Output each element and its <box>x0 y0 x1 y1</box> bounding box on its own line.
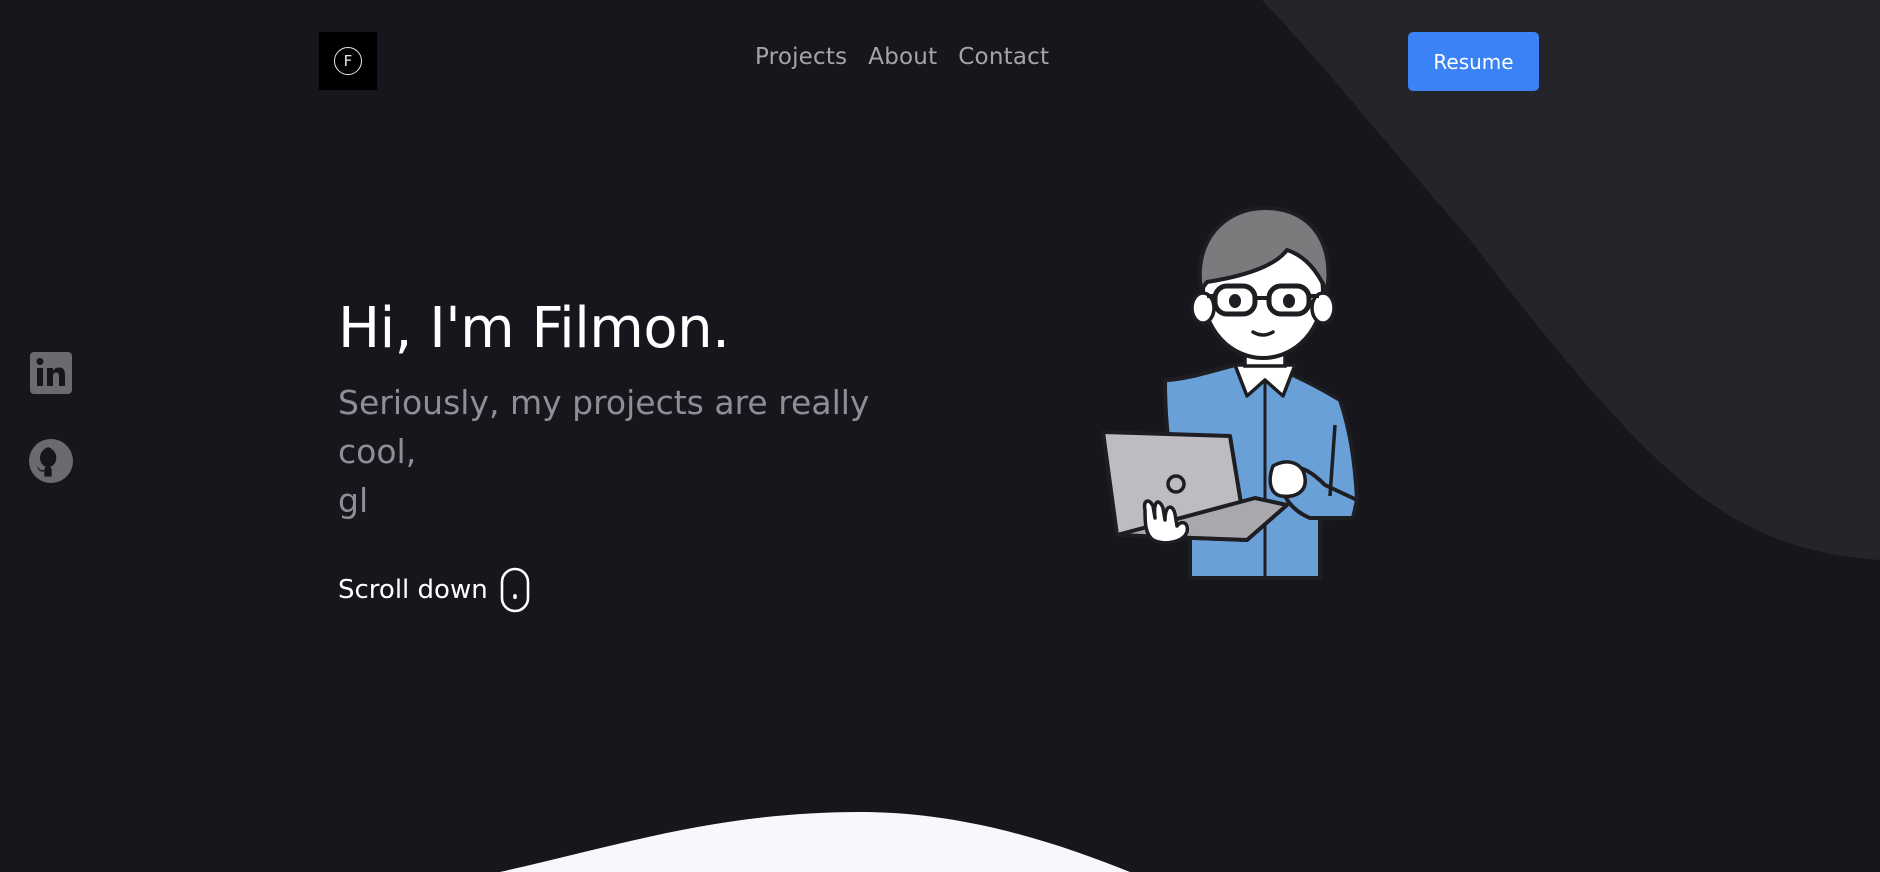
hero-subtitle: Seriously, my projects are really cool, … <box>338 378 958 525</box>
linkedin-icon <box>30 352 72 394</box>
logo-letter: F <box>343 51 353 70</box>
nav-link-about[interactable]: About <box>868 44 937 70</box>
mouse-icon <box>500 567 530 613</box>
top-nav: Projects About Contact <box>755 44 1049 70</box>
nav-link-projects[interactable]: Projects <box>755 44 847 70</box>
developer-illustration <box>1101 206 1359 580</box>
github-icon <box>29 439 73 483</box>
hero-title: Hi, I'm Filmon. <box>338 296 730 361</box>
scroll-down-link[interactable]: Scroll down <box>338 567 530 613</box>
site-logo[interactable]: F <box>319 32 377 90</box>
logo-mark: F <box>334 47 362 75</box>
resume-button[interactable]: Resume <box>1408 32 1539 91</box>
linkedin-link[interactable] <box>27 349 75 397</box>
github-link[interactable] <box>27 437 75 485</box>
scroll-down-label: Scroll down <box>338 575 488 605</box>
hero-subtitle-line-2: gl <box>338 481 369 520</box>
nav-link-contact[interactable]: Contact <box>958 44 1049 70</box>
hero-subtitle-line-1: Seriously, my projects are really cool, <box>338 383 870 471</box>
